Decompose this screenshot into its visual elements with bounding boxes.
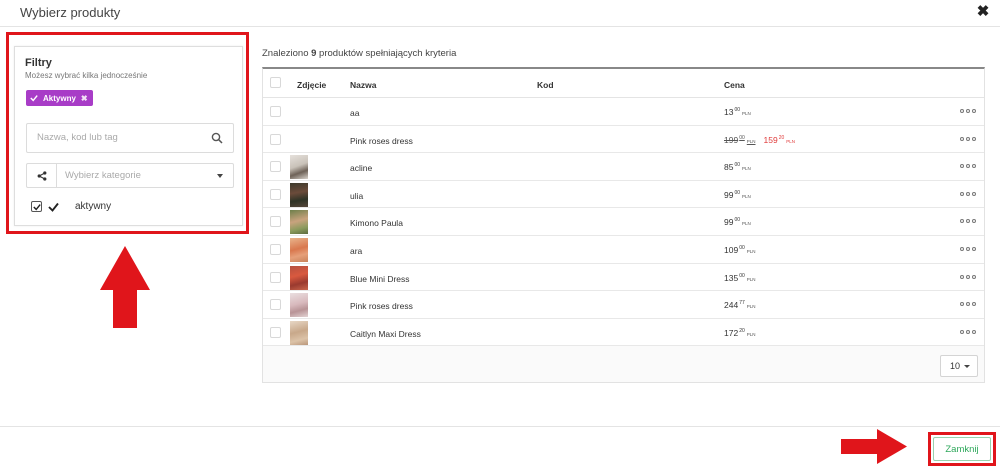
product-price: 13500PLN [724, 272, 756, 283]
annotation-arrow-right [841, 429, 907, 464]
product-price: 17220PLN [724, 327, 756, 338]
sale-price: 15920PLN [763, 134, 796, 145]
active-checkbox[interactable] [31, 201, 42, 212]
annotation-arrow-up [100, 246, 150, 328]
product-name: ulia [350, 190, 364, 201]
more-options-icon[interactable] [960, 136, 976, 141]
table-row[interactable]: acline 8500PLN [263, 153, 984, 181]
category-select[interactable]: Wybierz kategorie [26, 163, 234, 188]
per-page-value: 10 [950, 361, 961, 371]
header-code: Kod [537, 80, 554, 90]
product-thumbnail [290, 210, 308, 235]
row-checkbox[interactable] [270, 216, 281, 228]
more-options-icon[interactable] [960, 164, 976, 169]
table-row[interactable]: Kimono Paula 9900PLN [263, 208, 984, 236]
table-row[interactable]: ulia 9900PLN [263, 181, 984, 209]
per-page-select[interactable]: 10 [940, 355, 978, 377]
search-input[interactable] [37, 132, 197, 143]
more-options-icon[interactable] [960, 191, 976, 196]
check-icon [48, 202, 59, 212]
row-checkbox[interactable] [270, 271, 281, 283]
product-name: Blue Mini Dress [350, 273, 410, 284]
search-field[interactable] [26, 123, 234, 153]
product-thumbnail [290, 182, 308, 207]
product-thumbnail [290, 265, 308, 290]
close-icon[interactable]: ✖ [975, 4, 991, 20]
products-table: Zdjęcie Nazwa Kod Cena aa 1300PLN Pink r… [262, 67, 985, 383]
filters-subtitle: Możesz wybrać kilka jednocześnie [25, 71, 148, 80]
row-checkbox[interactable] [270, 106, 281, 117]
product-thumbnail [290, 320, 308, 345]
product-name: aa [350, 108, 360, 118]
more-options-icon[interactable] [960, 302, 976, 307]
product-price: 1300PLN [724, 107, 751, 117]
row-checkbox[interactable] [270, 188, 281, 200]
active-filter-tag-label: Aktywny [43, 93, 76, 103]
row-checkbox[interactable] [270, 243, 281, 255]
product-name: acline [350, 163, 373, 174]
table-row[interactable]: Blue Mini Dress 13500PLN [263, 264, 984, 292]
table-row[interactable]: Pink roses dress 24477PLN [263, 291, 984, 319]
product-name: Pink roses dress [350, 301, 413, 312]
product-thumbnail [290, 155, 308, 180]
table-row[interactable]: Pink roses dress 19900PLN 15920PLN [263, 126, 984, 154]
product-price: 19900PLN 15920PLN [724, 135, 795, 145]
modal-title: Wybierz produkty [20, 5, 121, 20]
row-checkbox[interactable] [270, 299, 281, 311]
header-name: Nazwa [350, 80, 377, 90]
header-photo: Zdjęcie [297, 80, 327, 90]
row-checkbox[interactable] [270, 161, 281, 173]
share-icon [27, 164, 57, 187]
product-thumbnail [290, 293, 308, 318]
table-row[interactable]: Caitlyn Maxi Dress 17220PLN [263, 319, 984, 347]
more-options-icon[interactable] [960, 109, 976, 113]
old-price: 19900PLN [724, 134, 756, 145]
header-price: Cena [724, 80, 745, 90]
active-checkbox-label: aktywny [75, 201, 112, 212]
category-placeholder: Wybierz kategorie [65, 170, 141, 181]
chevron-down-icon [964, 365, 970, 368]
more-options-icon[interactable] [960, 246, 976, 251]
more-options-icon[interactable] [960, 329, 976, 334]
product-name: ara [350, 245, 363, 256]
remove-tag-icon[interactable]: ✖ [81, 94, 88, 103]
product-price: 24477PLN [724, 300, 756, 311]
product-price: 10900PLN [724, 244, 756, 255]
chevron-down-icon [217, 174, 223, 178]
active-filter-tag[interactable]: Aktywny ✖ [26, 90, 93, 106]
select-all-checkbox[interactable] [270, 77, 281, 88]
product-name: Pink roses dress [350, 135, 413, 146]
check-icon [30, 95, 38, 102]
close-button[interactable]: Zamknij [933, 437, 991, 461]
table-row[interactable]: ara 10900PLN [263, 236, 984, 264]
more-options-icon[interactable] [960, 274, 976, 279]
results-count-text: Znaleziono 9 produktów spełniających kry… [262, 48, 457, 59]
row-checkbox[interactable] [270, 133, 281, 145]
more-options-icon[interactable] [960, 219, 976, 224]
product-price: 9900PLN [724, 189, 751, 200]
modal-header: Wybierz produkty ✖ [0, 0, 1000, 27]
product-name: Caitlyn Maxi Dress [350, 328, 421, 339]
product-price: 8500PLN [724, 162, 751, 173]
active-checkbox-row[interactable]: aktywny [31, 201, 111, 212]
search-icon[interactable] [211, 132, 223, 144]
product-price: 9900PLN [724, 217, 751, 228]
product-thumbnail [290, 237, 308, 262]
table-row[interactable]: aa 1300PLN [263, 98, 984, 126]
product-name: Kimono Paula [350, 218, 403, 229]
row-checkbox[interactable] [270, 326, 281, 338]
table-header: Zdjęcie Nazwa Kod Cena [263, 69, 984, 98]
filters-title: Filtry [25, 57, 52, 69]
filters-panel: Filtry Możesz wybrać kilka jednocześnie … [14, 46, 243, 226]
